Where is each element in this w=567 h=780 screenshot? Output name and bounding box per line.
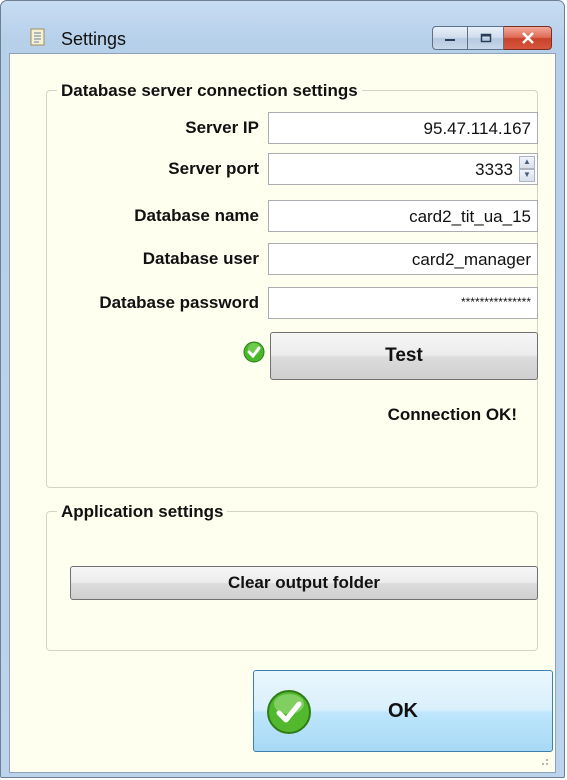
- spin-up-icon[interactable]: ▲: [519, 156, 535, 169]
- server-ip-input[interactable]: 95.47.114.167: [268, 112, 538, 144]
- close-button[interactable]: [504, 26, 552, 50]
- title-bar[interactable]: Settings: [1, 1, 564, 50]
- maximize-button[interactable]: [468, 26, 504, 50]
- database-name-label: Database name: [134, 206, 259, 225]
- database-settings-legend: Database server connection settings: [57, 81, 362, 101]
- minimize-icon: [445, 39, 455, 41]
- port-spinner[interactable]: ▲ ▼: [519, 156, 535, 182]
- connection-status: Connection OK!: [387, 405, 517, 424]
- client-area: Database server connection settings Serv…: [9, 53, 556, 773]
- resize-grip-icon[interactable]: [539, 756, 549, 766]
- application-settings-legend: Application settings: [57, 502, 228, 522]
- ok-button-label: OK: [388, 699, 418, 722]
- maximize-icon: [480, 33, 491, 43]
- database-password-input[interactable]: ***************: [268, 287, 538, 319]
- server-port-stepper[interactable]: 3333 ▲ ▼: [268, 153, 538, 185]
- database-password-label: Database password: [99, 293, 259, 312]
- server-port-value: 3333: [475, 160, 513, 179]
- ok-check-icon: [267, 690, 311, 734]
- minimize-button[interactable]: [432, 26, 468, 50]
- clear-output-folder-button[interactable]: Clear output folder: [70, 566, 538, 600]
- settings-window: Settings Database server connection sett…: [0, 0, 565, 778]
- server-port-label: Server port: [168, 159, 259, 178]
- settings-app-icon: [30, 28, 45, 46]
- database-user-label: Database user: [142, 249, 259, 268]
- ok-button[interactable]: OK: [253, 670, 553, 752]
- server-ip-label: Server IP: [185, 118, 259, 137]
- window-title: Settings: [61, 29, 127, 49]
- database-user-input[interactable]: card2_manager: [268, 243, 538, 275]
- connection-ok-icon: [243, 341, 265, 363]
- database-name-input[interactable]: card2_tit_ua_15: [268, 200, 538, 232]
- spin-down-icon[interactable]: ▼: [519, 169, 535, 182]
- test-button[interactable]: Test: [270, 332, 538, 380]
- close-icon: [521, 32, 534, 44]
